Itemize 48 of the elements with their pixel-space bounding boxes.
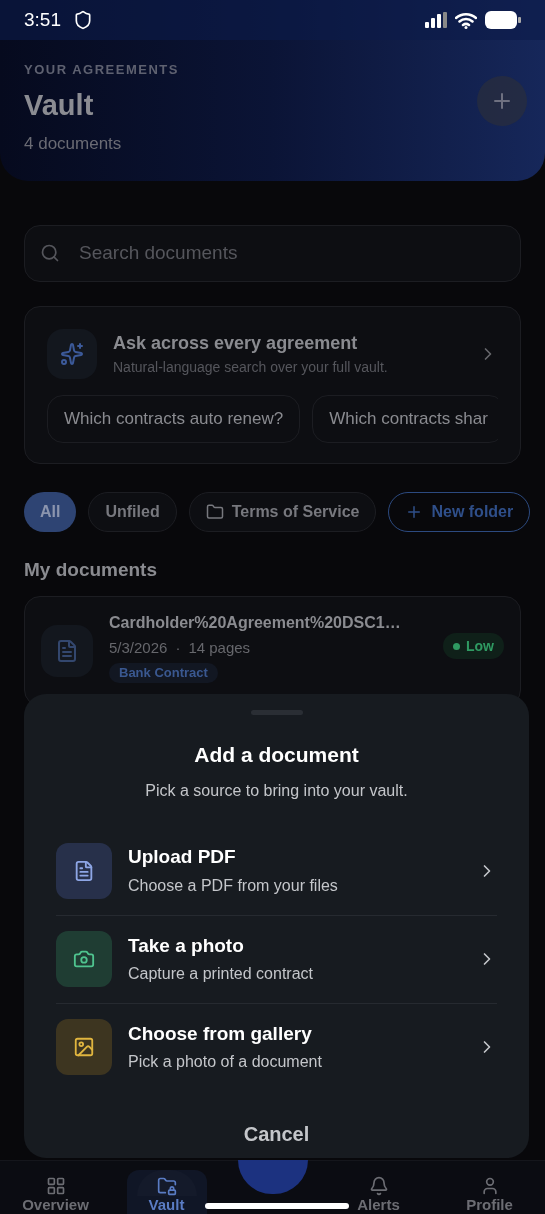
document-date: 5/3/2026 bbox=[109, 638, 168, 658]
source-option[interactable]: Take a photo Capture a printed contract bbox=[56, 914, 497, 1003]
document-icon bbox=[41, 625, 93, 677]
option-title: Upload PDF bbox=[128, 845, 237, 870]
option-subtitle: Choose a PDF from your files bbox=[128, 875, 339, 896]
signal-icon bbox=[425, 12, 447, 28]
option-subtitle: Capture a printed contract bbox=[128, 964, 314, 985]
ask-subtitle: Natural-language search over your full vault. bbox=[113, 357, 389, 377]
image-icon bbox=[56, 1019, 112, 1075]
eyebrow-label: YOUR AGREEMENTS bbox=[24, 61, 179, 79]
document-icon bbox=[56, 842, 112, 899]
nav-tab[interactable]: Profile bbox=[449, 1170, 530, 1214]
sparkle-icon bbox=[47, 328, 97, 379]
page-count: 14 pages bbox=[188, 638, 251, 658]
filter-chip[interactable]: Terms of Service bbox=[188, 491, 377, 532]
separator-dot: · bbox=[175, 638, 181, 658]
sheet-subtitle: Pick a source to bring into your vault. bbox=[145, 780, 408, 801]
nav-tab[interactable]: Overview bbox=[15, 1170, 96, 1214]
nav-tab[interactable]: Vault bbox=[126, 1170, 207, 1214]
sheet-title: Add a document bbox=[194, 742, 359, 768]
suggestion-chip[interactable]: Which contracts auto renew? bbox=[47, 394, 301, 443]
ask-card[interactable]: Ask across every agreement Natural-language search over your full vault. Which contracts auto renew? Which contracts shar bbox=[24, 305, 521, 464]
document-count: 4 documents bbox=[24, 133, 123, 155]
document-tag: Bank Contract bbox=[109, 662, 218, 683]
status-time: 3:51 bbox=[24, 7, 61, 32]
camera-icon bbox=[56, 931, 112, 987]
filter-chip[interactable]: Unfiled bbox=[88, 491, 177, 532]
wifi-icon bbox=[455, 11, 477, 29]
section-title: My documents bbox=[24, 557, 159, 582]
source-option[interactable]: Choose from gallery Pick a photo of a document bbox=[56, 1002, 497, 1091]
filter-chip[interactable]: All bbox=[24, 491, 77, 532]
add-button[interactable] bbox=[477, 76, 527, 126]
option-title: Take a photo bbox=[128, 933, 245, 958]
search-icon bbox=[40, 242, 60, 263]
page-title: Vault bbox=[24, 87, 95, 123]
battery-icon bbox=[485, 11, 521, 29]
folder-icon bbox=[205, 502, 224, 521]
ask-title: Ask across every agreement bbox=[113, 331, 359, 355]
shield-icon bbox=[73, 10, 93, 30]
search-field[interactable]: Search documents bbox=[24, 224, 521, 282]
cancel-button[interactable]: Cancel bbox=[219, 1110, 334, 1157]
risk-badge: Low bbox=[443, 633, 504, 659]
option-title: Choose from gallery bbox=[128, 1021, 313, 1046]
document-name: Cardholder%20Agreement%20DSC1… bbox=[109, 613, 402, 633]
option-subtitle: Pick a photo of a document bbox=[128, 1052, 323, 1073]
folder-lock-icon bbox=[155, 1176, 178, 1196]
nav-tab[interactable]: Alerts bbox=[338, 1170, 419, 1214]
source-option[interactable]: Upload PDF Choose a PDF from your files bbox=[56, 826, 497, 915]
